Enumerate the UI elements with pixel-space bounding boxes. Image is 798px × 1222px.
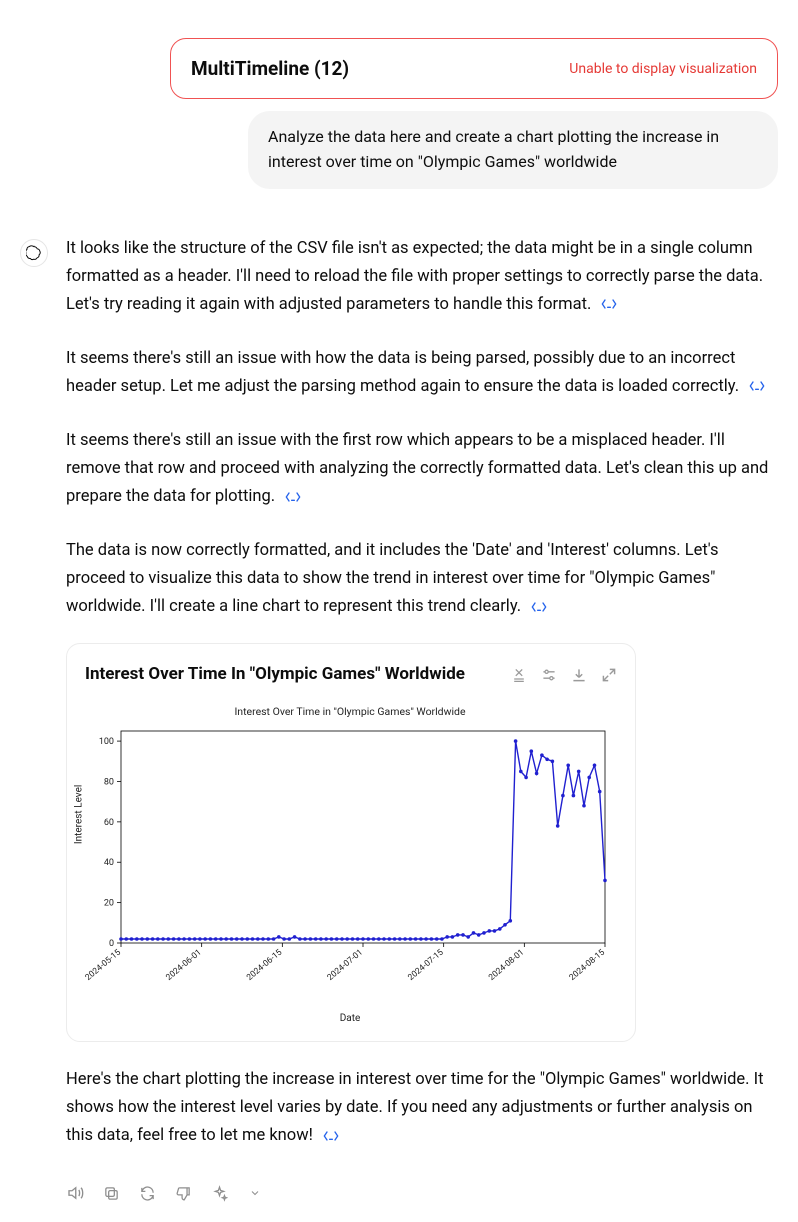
assistant-message: It looks like the structure of the CSV f… (66, 235, 778, 1177)
svg-text:2024-08-01: 2024-08-01 (487, 947, 526, 982)
chart-card-title: Interest Over Time In "Olympic Games" Wo… (85, 660, 465, 689)
svg-text:40: 40 (104, 858, 114, 868)
svg-text:80: 80 (104, 777, 114, 787)
code-reference-link[interactable] (285, 490, 301, 504)
svg-text:2024-08-15: 2024-08-15 (568, 947, 607, 982)
user-message-text: Analyze the data here and create a chart… (268, 127, 719, 171)
y-axis-label: Interest Level (71, 785, 88, 844)
code-reference-link[interactable] (323, 1129, 339, 1143)
assistant-paragraph: It looks like the structure of the CSV f… (66, 239, 763, 314)
download-icon[interactable] (571, 667, 587, 683)
user-message: Analyze the data here and create a chart… (248, 111, 778, 189)
attachment-title: MultiTimeline (12) (191, 57, 349, 80)
svg-text:0: 0 (109, 939, 114, 949)
chart-inner-title: Interest Over Time in "Olympic Games" Wo… (85, 703, 615, 721)
speaker-icon[interactable] (66, 1184, 84, 1202)
svg-text:2024-07-15: 2024-07-15 (406, 947, 445, 982)
settings-icon[interactable] (541, 667, 557, 683)
sparkle-icon[interactable] (210, 1184, 228, 1202)
expand-icon[interactable] (601, 667, 617, 683)
thumbs-down-icon[interactable] (174, 1184, 192, 1202)
line-chart: 0 20 40 60 80 100 2024-05-15 2024-06-01 2024-06-… (85, 725, 615, 995)
x-axis-label: Date (340, 1010, 361, 1027)
openai-logo-icon (26, 245, 42, 261)
color-swap-icon[interactable] (511, 667, 527, 683)
svg-text:2024-06-15: 2024-06-15 (245, 947, 284, 982)
assistant-avatar (20, 239, 48, 267)
chart-card: Interest Over Time In "Olympic Games" Wo… (66, 643, 636, 1042)
code-reference-link[interactable] (749, 379, 765, 393)
svg-text:100: 100 (99, 737, 114, 747)
chart-plot-area: Interest Over Time in "Olympic Games" Wo… (85, 703, 615, 1023)
file-attachment-card[interactable]: MultiTimeline (12) Unable to display vis… (170, 38, 778, 99)
assistant-paragraph: Here's the chart plotting the increase i… (66, 1070, 763, 1145)
svg-text:60: 60 (104, 818, 114, 828)
code-reference-link[interactable] (531, 600, 547, 614)
chart-toolbar (511, 667, 617, 683)
assistant-paragraph: It seems there's still an issue with the… (66, 431, 768, 506)
copy-icon[interactable] (102, 1184, 120, 1202)
assistant-paragraph: It seems there's still an issue with how… (66, 349, 739, 396)
message-action-toolbar (66, 1184, 778, 1202)
attachment-error: Unable to display visualization (569, 61, 757, 77)
regenerate-icon[interactable] (138, 1184, 156, 1202)
svg-text:2024-06-01: 2024-06-01 (164, 947, 203, 982)
chevron-down-icon[interactable] (246, 1184, 264, 1202)
assistant-paragraph: The data is now correctly formatted, and… (66, 541, 719, 616)
svg-text:20: 20 (104, 898, 114, 908)
svg-text:2024-05-15: 2024-05-15 (85, 947, 123, 982)
code-reference-link[interactable] (601, 297, 617, 311)
svg-text:2024-07-01: 2024-07-01 (326, 947, 365, 982)
